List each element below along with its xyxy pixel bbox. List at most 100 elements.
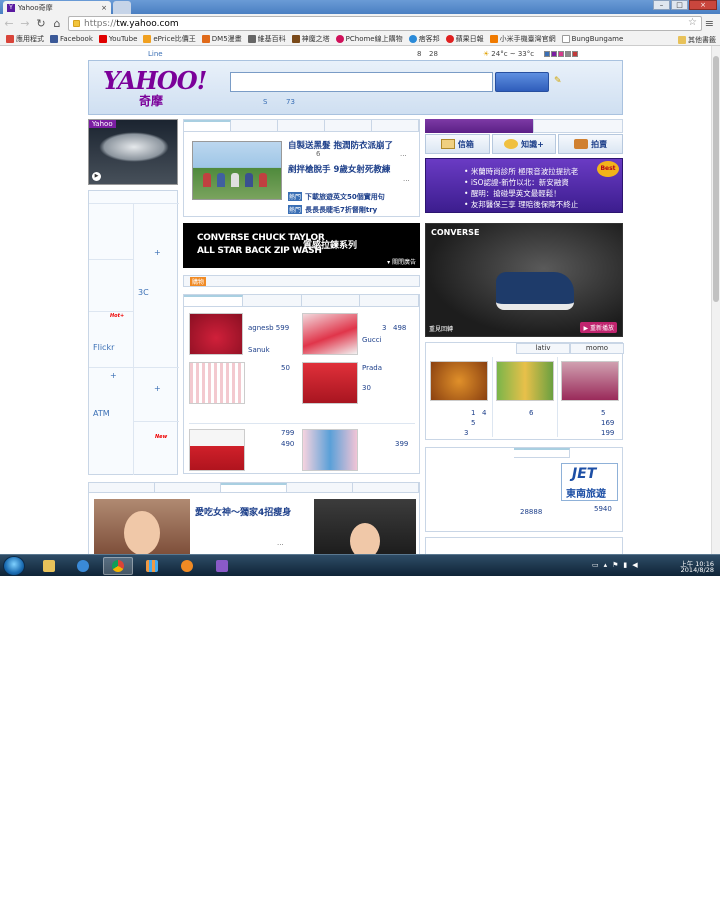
product-text[interactable]: 30: [362, 384, 371, 392]
bookmark-apps[interactable]: 應用程式: [6, 34, 44, 44]
feature-tab[interactable]: [89, 483, 155, 492]
news-link[interactable]: 熱門 下載旅遊英文50個實用句: [288, 192, 385, 202]
feature-tab[interactable]: [221, 483, 287, 492]
feature-photo[interactable]: [314, 499, 416, 554]
promo-link[interactable]: • iSO認證-新竹以北：新安融資: [464, 177, 569, 188]
pencil-icon[interactable]: ✎: [554, 76, 562, 86]
volume-icon[interactable]: ◀: [632, 561, 637, 569]
product-text[interactable]: 399: [395, 440, 408, 448]
bookmark-facebook[interactable]: Facebook: [50, 35, 93, 43]
promo-link[interactable]: • 醒明：搶碰學英文最輕鬆！: [464, 188, 561, 199]
bookmark-youtube[interactable]: YouTube: [98, 35, 137, 43]
other-bookmarks[interactable]: 其他書籤: [678, 35, 716, 45]
bookmark-dm5[interactable]: DM5漫畫: [201, 34, 242, 44]
home-icon[interactable]: ⌂: [50, 17, 64, 31]
bookmark-xiaomi[interactable]: 小米手機臺灣官網: [489, 34, 556, 44]
product-uniforms[interactable]: [561, 361, 619, 401]
taskbar-chrome[interactable]: [103, 557, 133, 575]
news-more[interactable]: ...: [403, 175, 410, 183]
product-supplements[interactable]: [496, 361, 554, 401]
tab-yahoo[interactable]: Y Yahoo奇摩 ×: [3, 1, 111, 14]
back-arrow-icon[interactable]: ←: [2, 17, 16, 31]
page-scrollbar[interactable]: [711, 46, 720, 554]
product-text[interactable]: 490: [281, 440, 294, 448]
theme-swatch[interactable]: [544, 51, 550, 57]
maximize-button[interactable]: □: [671, 0, 688, 10]
clock-date[interactable]: 2014/8/28: [681, 566, 714, 574]
bookmark-bungbungame[interactable]: BungBungame: [561, 35, 623, 43]
theme-swatch[interactable]: [572, 51, 578, 57]
converse-banner-ad[interactable]: CONVERSE CHUCK TAYLOR ALL STAR BACK ZIP …: [183, 223, 420, 268]
minimize-button[interactable]: –: [653, 0, 670, 10]
bookmark-pchome[interactable]: PChome線上購物: [335, 34, 403, 44]
chrome-menu-icon[interactable]: ≡: [705, 17, 714, 30]
weather-widget[interactable]: ☀ 24°c ~ 33°c: [483, 50, 534, 58]
product-text[interactable]: 50: [281, 364, 290, 372]
tab-close-icon[interactable]: ×: [101, 4, 107, 12]
news-photo[interactable]: [192, 141, 282, 200]
scroll-thumb[interactable]: [713, 56, 719, 302]
service-plus[interactable]: +: [110, 371, 117, 380]
news-tab[interactable]: [372, 120, 419, 131]
product-red-shoes[interactable]: [189, 429, 245, 471]
search-hint[interactable]: S: [263, 98, 267, 106]
bookmark-tos[interactable]: 神魔之塔: [291, 34, 330, 44]
replay-button[interactable]: ▶ 重新播放: [580, 322, 617, 333]
yahoo-logo[interactable]: YAHOO! 奇摩: [103, 66, 207, 108]
line-link[interactable]: Line: [148, 50, 163, 58]
news-tab[interactable]: [184, 120, 231, 131]
promo-link[interactable]: • 米蘭時尚診所 極限音波拉提抗老: [464, 166, 578, 177]
theme-swatch[interactable]: [551, 51, 557, 57]
right-tabs[interactable]: [533, 119, 623, 133]
news-tab[interactable]: [325, 120, 372, 131]
converse-display-ad[interactable]: CONVERSE 重見回轉 ▶ 重新播放: [425, 223, 623, 337]
action-center-flag-icon[interactable]: ⚑: [612, 561, 618, 569]
shopping-tag[interactable]: 購物: [190, 277, 207, 286]
product-text[interactable]: agnesb 599: [248, 324, 289, 332]
forward-arrow-icon[interactable]: →: [18, 17, 32, 31]
news-headline[interactable]: 自製送黑髮 抱潤防衣派崩了: [288, 139, 393, 151]
feature-photo[interactable]: [94, 499, 190, 554]
feature-tab[interactable]: [287, 483, 353, 492]
product-red-bag[interactable]: [189, 313, 243, 355]
product-lion-figures[interactable]: [430, 361, 488, 401]
close-ad-button[interactable]: ▾ 關閉廣告: [387, 257, 416, 266]
bookmark-pixnet[interactable]: 痞客邦: [408, 34, 440, 44]
left-video-promo[interactable]: Yahoo ▶: [88, 119, 178, 185]
network-icon[interactable]: ▮: [623, 561, 627, 569]
news-tab[interactable]: [231, 120, 278, 131]
new-tab-button[interactable]: [113, 1, 131, 14]
news-headline[interactable]: 剷拌槍脫手 9歲女射死教練: [288, 163, 390, 175]
service-3c[interactable]: 3C: [138, 288, 149, 297]
taskbar-vs[interactable]: [207, 557, 237, 575]
show-hidden-icon[interactable]: ▴: [604, 561, 608, 569]
shop-tab[interactable]: [302, 295, 361, 306]
product-sneaker[interactable]: [302, 313, 358, 355]
product-text[interactable]: 799: [281, 429, 294, 437]
mail-button[interactable]: 信箱: [425, 134, 490, 154]
promo-link[interactable]: • 友邦醫保三享 理賠後保障不終止: [464, 199, 578, 210]
bookmark-star-icon[interactable]: ☆: [688, 17, 697, 28]
feature-tab[interactable]: [353, 483, 419, 492]
search-input[interactable]: [230, 72, 493, 92]
bookmark-eprice[interactable]: ePrice比價王: [143, 34, 196, 44]
product-text[interactable]: Sanuk: [248, 346, 270, 354]
auction-button[interactable]: 拍賣: [558, 134, 624, 154]
bookmark-wikipedia[interactable]: 維基百科: [247, 34, 286, 44]
shop-tab[interactable]: [243, 295, 302, 306]
feature-more[interactable]: ...: [277, 539, 284, 547]
product-nail-polish[interactable]: [302, 429, 358, 471]
news-more[interactable]: ...: [400, 150, 407, 158]
replay-link[interactable]: 重見回轉: [429, 324, 453, 333]
service-plus[interactable]: +: [154, 384, 161, 393]
theme-swatch[interactable]: [565, 51, 571, 57]
start-button[interactable]: [3, 556, 25, 576]
taskbar-app[interactable]: [137, 557, 167, 575]
service-plus[interactable]: +: [154, 248, 161, 257]
play-icon[interactable]: ▶: [92, 172, 101, 181]
shop-tab[interactable]: [184, 295, 243, 306]
reload-icon[interactable]: ↻: [34, 17, 48, 31]
feature-tab[interactable]: [155, 483, 221, 492]
knowledge-button[interactable]: 知識+: [491, 134, 557, 154]
address-bar[interactable]: https://tw.yahoo.com ☆: [68, 16, 702, 31]
